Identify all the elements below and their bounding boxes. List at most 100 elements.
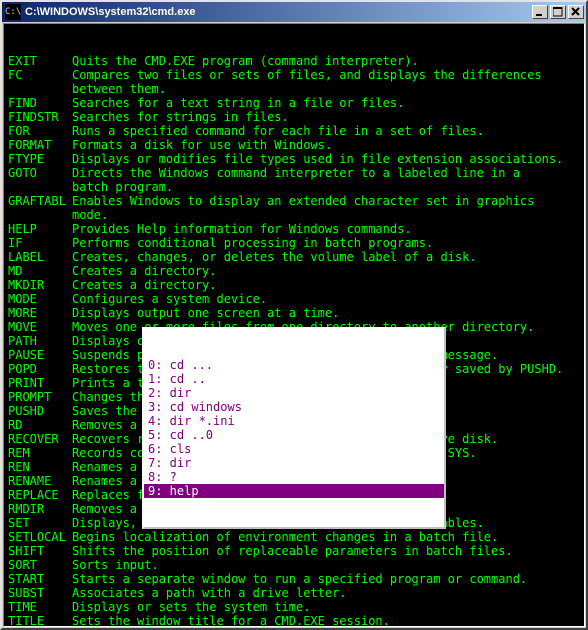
help-line-continuation: mode. xyxy=(8,208,580,222)
help-line: GRAFTABLEnables Windows to display an ex… xyxy=(8,194,580,208)
help-command: FOR xyxy=(8,124,72,138)
help-line: MOREDisplays output one screen at a time… xyxy=(8,306,580,320)
window-title: C:\WINDOWS\system32\cmd.exe xyxy=(25,6,530,18)
help-description: Provides Help information for Windows co… xyxy=(72,222,580,236)
help-command: MKDIR xyxy=(8,278,72,292)
help-line: FORRuns a specified command for each fil… xyxy=(8,124,580,138)
help-command: POPD xyxy=(8,362,72,376)
help-line: MODEConfigures a system device. xyxy=(8,292,580,306)
help-description: Searches for strings in files. xyxy=(72,110,580,124)
help-line: SORTSorts input. xyxy=(8,558,580,572)
help-command: IF xyxy=(8,236,72,250)
help-command: SET xyxy=(8,516,72,530)
app-icon[interactable]: C:\ xyxy=(5,4,21,20)
help-description: Creates a directory. xyxy=(72,264,580,278)
help-command: SHIFT xyxy=(8,544,72,558)
terminal-area[interactable]: EXITQuits the CMD.EXE program (command i… xyxy=(3,23,585,627)
help-command: MORE xyxy=(8,306,72,320)
help-line: TIMEDisplays or sets the system time. xyxy=(8,600,580,614)
help-description: Performs conditional processing in batch… xyxy=(72,236,580,250)
close-button[interactable] xyxy=(568,5,584,19)
command-history-popup[interactable]: 0: cd ...1: cd ..2: dir3: cd windows4: d… xyxy=(142,327,446,529)
help-description: Enables Windows to display an extended c… xyxy=(72,194,580,208)
help-command: FINDSTR xyxy=(8,110,72,124)
help-command: GOTO xyxy=(8,166,72,180)
help-description: Creates, changes, or deletes the volume … xyxy=(72,250,580,264)
history-item[interactable]: 1: cd .. xyxy=(144,372,444,386)
help-line: MDCreates a directory. xyxy=(8,264,580,278)
help-command: REN xyxy=(8,460,72,474)
window-buttons xyxy=(530,5,584,19)
help-description: Runs a specified command for each file i… xyxy=(72,124,580,138)
help-line: MKDIRCreates a directory. xyxy=(8,278,580,292)
help-command: PATH xyxy=(8,334,72,348)
help-command: RECOVER xyxy=(8,432,72,446)
history-item[interactable]: 2: dir xyxy=(144,386,444,400)
help-command: REPLACE xyxy=(8,488,72,502)
help-description: Compares two files or sets of files, and… xyxy=(72,68,580,82)
help-command: START xyxy=(8,572,72,586)
help-command: FORMAT xyxy=(8,138,72,152)
help-command: PUSHD xyxy=(8,404,72,418)
cmd-window: C:\ C:\WINDOWS\system32\cmd.exe EXITQuit… xyxy=(0,0,588,630)
help-line: FTYPEDisplays or modifies file types use… xyxy=(8,152,580,166)
help-command: RD xyxy=(8,418,72,432)
help-command: REM xyxy=(8,446,72,460)
help-description: Creates a directory. xyxy=(72,278,580,292)
history-item[interactable]: 5: cd ..0 xyxy=(144,428,444,442)
help-line: EXITQuits the CMD.EXE program (command i… xyxy=(8,54,580,68)
history-item[interactable]: 9: help xyxy=(144,484,444,498)
history-item[interactable]: 0: cd ... xyxy=(144,358,444,372)
help-command: RENAME xyxy=(8,474,72,488)
help-line: LABELCreates, changes, or deletes the vo… xyxy=(8,250,580,264)
help-command: PRINT xyxy=(8,376,72,390)
history-item[interactable]: 8: ? xyxy=(144,470,444,484)
help-line: FORMATFormats a disk for use with Window… xyxy=(8,138,580,152)
help-description: Directs the Windows command interpreter … xyxy=(72,166,580,180)
help-line-continuation: batch program. xyxy=(8,180,580,194)
help-description: Starts a separate window to run a specif… xyxy=(72,572,580,586)
help-command: MOVE xyxy=(8,320,72,334)
history-item[interactable]: 4: dir *.ini xyxy=(144,414,444,428)
help-command: TIME xyxy=(8,600,72,614)
help-command: FTYPE xyxy=(8,152,72,166)
help-line: TITLESets the window title for a CMD.EXE… xyxy=(8,614,580,627)
help-line: IFPerforms conditional processing in bat… xyxy=(8,236,580,250)
help-command: MD xyxy=(8,264,72,278)
help-description: Displays output one screen at a time. xyxy=(72,306,580,320)
help-description: Configures a system device. xyxy=(72,292,580,306)
help-description: Sets the window title for a CMD.EXE sess… xyxy=(72,614,580,627)
help-line: STARTStarts a separate window to run a s… xyxy=(8,572,580,586)
help-command: SETLOCAL xyxy=(8,530,72,544)
maximize-button[interactable] xyxy=(550,5,566,19)
help-command: HELP xyxy=(8,222,72,236)
help-command: TITLE xyxy=(8,614,72,627)
help-line: SHIFTShifts the position of replaceable … xyxy=(8,544,580,558)
help-command: FC xyxy=(8,68,72,82)
history-item[interactable]: 7: dir xyxy=(144,456,444,470)
titlebar[interactable]: C:\ C:\WINDOWS\system32\cmd.exe xyxy=(2,2,586,22)
help-line: FCCompares two files or sets of files, a… xyxy=(8,68,580,82)
history-item[interactable]: 3: cd windows xyxy=(144,400,444,414)
help-command: GRAFTABL xyxy=(8,194,72,208)
help-line: SUBSTAssociates a path with a drive lett… xyxy=(8,586,580,600)
help-description: Displays or sets the system time. xyxy=(72,600,580,614)
help-line-continuation: between them. xyxy=(8,82,580,96)
help-line: FINDSearches for a text string in a file… xyxy=(8,96,580,110)
help-command: FIND xyxy=(8,96,72,110)
help-description: Quits the CMD.EXE program (command inter… xyxy=(72,54,580,68)
help-description: Searches for a text string in a file or … xyxy=(72,96,580,110)
help-command: SUBST xyxy=(8,586,72,600)
help-line: HELPProvides Help information for Window… xyxy=(8,222,580,236)
help-command: PROMPT xyxy=(8,390,72,404)
help-line: GOTODirects the Windows command interpre… xyxy=(8,166,580,180)
help-description: Shifts the position of replaceable param… xyxy=(72,544,580,558)
help-description: Begins localization of environment chang… xyxy=(72,530,580,544)
help-description: Associates a path with a drive letter. xyxy=(72,586,580,600)
history-item[interactable]: 6: cls xyxy=(144,442,444,456)
help-command: PAUSE xyxy=(8,348,72,362)
help-command: SORT xyxy=(8,558,72,572)
minimize-button[interactable] xyxy=(532,5,548,19)
help-command: MODE xyxy=(8,292,72,306)
help-description: Displays or modifies file types used in … xyxy=(72,152,580,166)
